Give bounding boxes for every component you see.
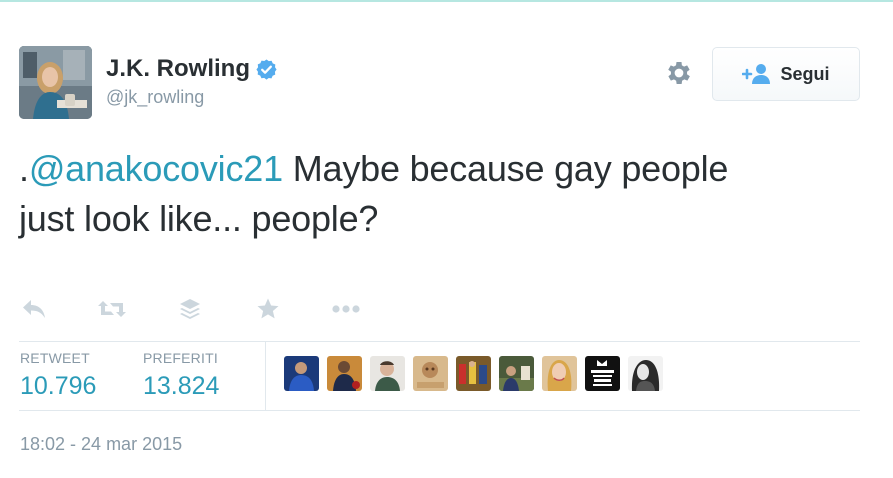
user-avatar-4[interactable] xyxy=(413,356,448,391)
reply-icon xyxy=(23,300,45,318)
more-button[interactable] xyxy=(331,294,361,324)
user-avatar-7[interactable] xyxy=(542,356,577,391)
avatar[interactable] xyxy=(19,46,92,119)
retweet-button[interactable] xyxy=(97,294,127,324)
user-avatar-6[interactable] xyxy=(499,356,534,391)
stats-divider-bottom xyxy=(19,410,860,411)
gear-icon[interactable] xyxy=(664,58,694,88)
favoriters-list xyxy=(284,356,671,391)
name-row: J.K. Rowling xyxy=(106,54,278,84)
favorite-button[interactable] xyxy=(253,294,283,324)
profile-name-block: J.K. Rowling @jk_rowling xyxy=(106,54,278,109)
retweet-icon xyxy=(98,301,126,317)
favorite-stat[interactable]: PREFERITI 13.824 xyxy=(143,350,219,402)
user-avatar-9[interactable] xyxy=(628,356,663,391)
user-avatar-3[interactable] xyxy=(370,356,405,391)
mention-link[interactable]: @anakocovic21 xyxy=(29,148,283,189)
tweet-timestamp[interactable]: 18:02 - 24 mar 2015 xyxy=(20,432,182,456)
tweet-actions xyxy=(19,294,361,324)
retweet-stat-value: 10.796 xyxy=(20,372,97,400)
tweet-header: J.K. Rowling @jk_rowling Segui xyxy=(19,46,860,120)
layers-button[interactable] xyxy=(175,294,205,324)
top-accent-rule xyxy=(0,0,893,2)
favorite-stat-value: 13.824 xyxy=(143,372,220,400)
more-icon xyxy=(332,305,360,313)
user-avatar-2[interactable] xyxy=(327,356,362,391)
add-user-icon xyxy=(742,63,772,85)
stats-separator xyxy=(265,341,266,410)
handle[interactable]: @jk_rowling xyxy=(106,85,278,109)
follow-button-label: Segui xyxy=(780,63,830,84)
user-avatar-8[interactable] xyxy=(585,356,620,391)
follow-button[interactable]: Segui xyxy=(712,47,860,101)
retweet-stat-label: RETWEET xyxy=(20,350,90,366)
reply-button[interactable] xyxy=(19,294,49,324)
retweet-stat[interactable]: RETWEET 10.796 xyxy=(20,350,96,402)
star-icon xyxy=(257,298,279,319)
tweet-prefix: . xyxy=(19,148,29,189)
user-avatar-5[interactable] xyxy=(456,356,491,391)
display-name[interactable]: J.K. Rowling xyxy=(106,54,250,84)
favorite-stat-label: PREFERITI xyxy=(143,350,218,366)
stats-divider-top xyxy=(19,341,860,342)
layers-icon xyxy=(180,299,200,319)
user-avatar-1[interactable] xyxy=(284,356,319,391)
verified-badge-icon xyxy=(255,58,278,81)
tweet-text: .@anakocovic21 Maybe because gay people … xyxy=(19,144,779,244)
